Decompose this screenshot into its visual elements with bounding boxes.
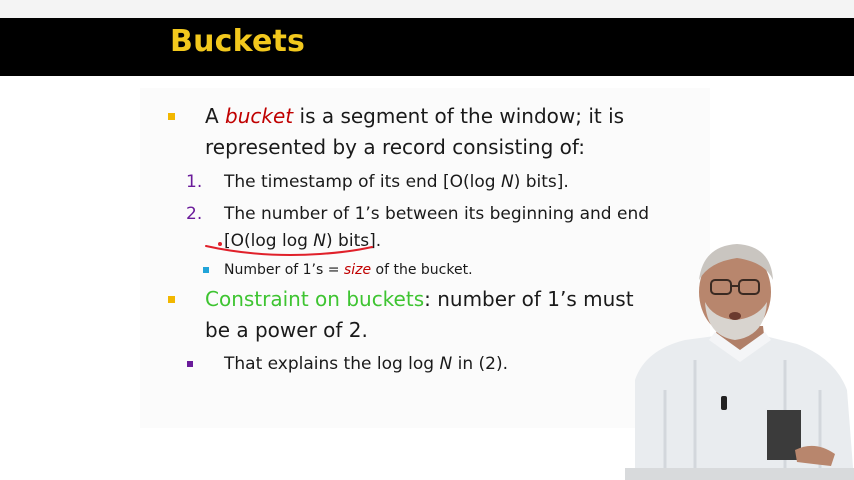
desk-edge — [625, 468, 854, 480]
text: : number of 1’s must — [424, 287, 634, 311]
top-strip — [0, 0, 854, 18]
text: The timestamp of its end [O(log — [224, 172, 501, 192]
presenter-mouth — [729, 312, 741, 320]
text: ) bits]. — [326, 231, 382, 251]
item-1-text: The timestamp of its end [O(log N) bits]… — [224, 172, 569, 192]
italic-n: N — [313, 231, 327, 251]
item-number-1: 1. — [186, 172, 203, 192]
emphasis-size: size — [343, 262, 372, 278]
bullet-1-line-1: A bucket is a segment of the window; it … — [205, 104, 624, 128]
lapel-mic — [721, 396, 727, 410]
text: ) bits]. — [513, 172, 569, 192]
item-2-line-1: The number of 1’s between its beginning … — [224, 204, 650, 224]
sub-item-text: Number of 1’s = size of the bucket. — [224, 262, 473, 278]
italic-n: N — [500, 172, 514, 192]
title-bar — [0, 18, 854, 76]
emphasis-bucket: bucket — [225, 104, 294, 128]
bullet-marker — [168, 113, 175, 120]
text: A — [205, 104, 226, 128]
item-2-line-2: [O(log log N) bits]. — [224, 231, 381, 251]
text: of the bucket. — [371, 262, 473, 278]
text: Number of 1’s = — [224, 262, 344, 278]
bullet-3-text: That explains the log log N in (2). — [224, 354, 508, 374]
slide-title: Buckets — [170, 24, 306, 59]
bullet-2-line-2: be a power of 2. — [205, 318, 368, 342]
text: That explains the log log — [224, 354, 440, 374]
presenter-video — [625, 244, 854, 480]
text: [O(log log — [224, 231, 314, 251]
sub-bullet-marker — [203, 267, 209, 273]
text: in (2). — [452, 354, 509, 374]
item-number-2: 2. — [186, 204, 203, 224]
text: is a segment of the window; it is — [293, 104, 625, 128]
bullet-marker — [168, 296, 175, 303]
bullet-1-line-2: represented by a record consisting of: — [205, 135, 585, 159]
constraint-label: Constraint on buckets — [205, 287, 425, 311]
lecture-slide: Buckets A bucket is a segment of the win… — [0, 0, 854, 480]
bullet-2-line-1: Constraint on buckets: number of 1’s mus… — [205, 287, 634, 311]
sub-bullet-marker — [187, 361, 193, 367]
italic-n: N — [439, 354, 453, 374]
